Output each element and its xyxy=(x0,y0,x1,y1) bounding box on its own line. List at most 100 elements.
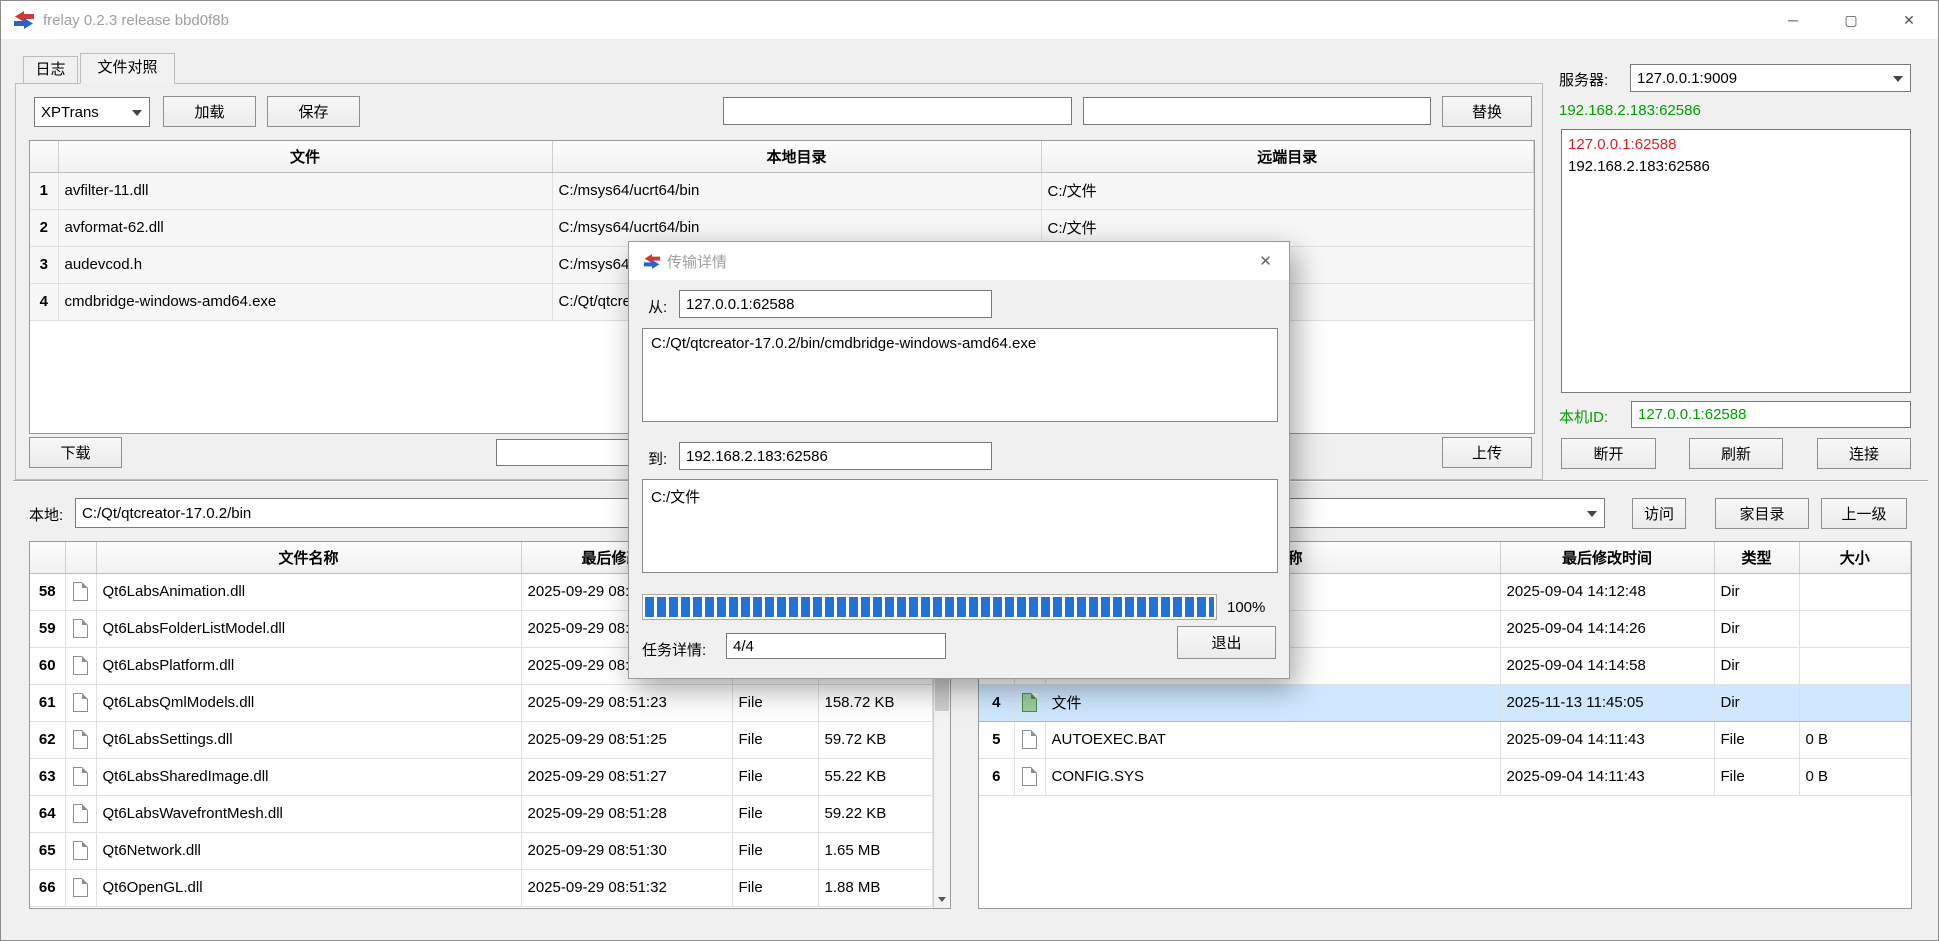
task-detail-input[interactable] xyxy=(726,633,946,659)
cell-file[interactable]: avformat-62.dll xyxy=(58,209,552,246)
mapping-row[interactable]: 1 avfilter-11.dll C:/msys64/ucrt64/bin C… xyxy=(30,172,1534,209)
file-row-selected[interactable]: 4 文件 2025-11-13 11:45:05 Dir xyxy=(979,684,1911,721)
replace-input[interactable] xyxy=(1083,97,1431,125)
cell-mtime[interactable]: 2025-09-29 08:51:32 xyxy=(521,869,732,906)
client-list-item[interactable]: 127.0.0.1:62588 xyxy=(1568,134,1904,156)
file-row[interactable]: 62 Qt6LabsSettings.dll 2025-09-29 08:51:… xyxy=(30,721,933,758)
header-remote-dir[interactable]: 远端目录 xyxy=(1041,141,1534,172)
connect-button[interactable]: 连接 xyxy=(1817,438,1911,469)
cell-mtime[interactable]: 2025-09-29 08:51:25 xyxy=(521,721,732,758)
cell-file-name[interactable]: AUTOEXEC.BAT xyxy=(1045,721,1500,758)
cell-mtime[interactable]: 2025-09-29 08:51:27 xyxy=(521,758,732,795)
cell-type[interactable]: Dir xyxy=(1714,684,1799,721)
replace-button[interactable]: 替换 xyxy=(1442,96,1532,127)
cell-size[interactable] xyxy=(1799,684,1911,721)
cell-size[interactable] xyxy=(1799,573,1911,610)
cell-type[interactable]: File xyxy=(1714,721,1799,758)
header-local-dir[interactable]: 本地目录 xyxy=(552,141,1041,172)
file-row[interactable]: 63 Qt6LabsSharedImage.dll 2025-09-29 08:… xyxy=(30,758,933,795)
minimize-button[interactable]: ─ xyxy=(1764,1,1822,39)
cell-type[interactable]: File xyxy=(732,758,818,795)
cell-file[interactable]: avfilter-11.dll xyxy=(58,172,552,209)
maximize-button[interactable]: ▢ xyxy=(1822,1,1880,39)
cell-size[interactable]: 1.65 MB xyxy=(818,832,933,869)
cell-mtime[interactable]: 2025-09-29 08:51:23 xyxy=(521,684,732,721)
cell-type[interactable]: File xyxy=(732,721,818,758)
cell-type[interactable]: File xyxy=(732,832,818,869)
cell-file-name[interactable]: Qt6LabsFolderListModel.dll xyxy=(96,610,521,647)
close-button[interactable]: ✕ xyxy=(1880,1,1938,39)
cell-file-name[interactable]: Qt6LabsSharedImage.dll xyxy=(96,758,521,795)
cell-mtime[interactable]: 2025-09-04 14:11:43 xyxy=(1500,758,1714,795)
scroll-down-button[interactable] xyxy=(934,891,950,908)
cell-file-name[interactable]: Qt6LabsQmlModels.dll xyxy=(96,684,521,721)
file-row[interactable]: 61 Qt6LabsQmlModels.dll 2025-09-29 08:51… xyxy=(30,684,933,721)
cell-type[interactable]: Dir xyxy=(1714,573,1799,610)
cell-mtime[interactable]: 2025-09-29 08:51:28 xyxy=(521,795,732,832)
cell-file[interactable]: audevcod.h xyxy=(58,246,552,283)
cell-file-name[interactable]: Qt6LabsPlatform.dll xyxy=(96,647,521,684)
cell-file-name[interactable]: CONFIG.SYS xyxy=(1045,758,1500,795)
cell-mtime[interactable]: 2025-09-04 14:14:26 xyxy=(1500,610,1714,647)
cell-size[interactable]: 1.88 MB xyxy=(818,869,933,906)
cell-type[interactable]: File xyxy=(732,684,818,721)
file-row[interactable]: 66 Qt6OpenGL.dll 2025-09-29 08:51:32 Fil… xyxy=(30,869,933,906)
client-listbox[interactable]: 127.0.0.1:62588 192.168.2.183:62586 xyxy=(1561,129,1911,393)
cell-size[interactable]: 55.22 KB xyxy=(818,758,933,795)
cell-mtime[interactable]: 2025-11-13 11:45:05 xyxy=(1500,684,1714,721)
refresh-button[interactable]: 刷新 xyxy=(1689,438,1783,469)
cell-mtime[interactable]: 2025-09-04 14:11:43 xyxy=(1500,721,1714,758)
file-row[interactable]: 64 Qt6LabsWavefrontMesh.dll 2025-09-29 0… xyxy=(30,795,933,832)
header-file-name[interactable]: 文件名称 xyxy=(96,542,521,573)
download-button[interactable]: 下载 xyxy=(29,437,122,468)
cell-file-name[interactable]: 文件 xyxy=(1045,684,1500,721)
header-size[interactable]: 大小 xyxy=(1799,542,1911,573)
cell-type[interactable]: File xyxy=(1714,758,1799,795)
exit-button[interactable]: 退出 xyxy=(1177,626,1276,659)
cell-file-name[interactable]: Qt6LabsWavefrontMesh.dll xyxy=(96,795,521,832)
from-path-textarea[interactable]: C:/Qt/qtcreator-17.0.2/bin/cmdbridge-win… xyxy=(642,328,1278,422)
up-level-button[interactable]: 上一级 xyxy=(1821,498,1907,529)
to-path-textarea[interactable]: C:/文件 xyxy=(642,479,1278,573)
cell-mtime[interactable]: 2025-09-29 08:51:30 xyxy=(521,832,732,869)
cell-mtime[interactable]: 2025-09-04 14:14:58 xyxy=(1500,647,1714,684)
cell-local-dir[interactable]: C:/msys64/ucrt64/bin xyxy=(552,172,1041,209)
cell-remote-dir[interactable]: C:/文件 xyxy=(1041,172,1534,209)
disconnect-button[interactable]: 断开 xyxy=(1561,438,1656,469)
home-dir-button[interactable]: 家目录 xyxy=(1715,498,1809,529)
dialog-close-button[interactable]: ✕ xyxy=(1242,242,1289,280)
to-address-input[interactable] xyxy=(679,442,992,470)
header-mtime[interactable]: 最后修改时间 xyxy=(1500,542,1714,573)
cell-type[interactable]: File xyxy=(732,795,818,832)
cell-file-name[interactable]: Qt6OpenGL.dll xyxy=(96,869,521,906)
cell-type[interactable]: File xyxy=(732,869,818,906)
header-file[interactable]: 文件 xyxy=(58,141,552,172)
cell-file-name[interactable]: Qt6LabsAnimation.dll xyxy=(96,573,521,610)
cell-size[interactable]: 59.22 KB xyxy=(818,795,933,832)
header-type[interactable]: 类型 xyxy=(1714,542,1799,573)
cell-file-name[interactable]: Qt6Network.dll xyxy=(96,832,521,869)
cell-type[interactable]: Dir xyxy=(1714,610,1799,647)
tab-log[interactable]: 日志 xyxy=(23,56,78,84)
file-row[interactable]: 6 CONFIG.SYS 2025-09-04 14:11:43 File 0 … xyxy=(979,758,1911,795)
cell-file-name[interactable]: Qt6LabsSettings.dll xyxy=(96,721,521,758)
server-combo[interactable]: 127.0.0.1:9009 xyxy=(1630,64,1911,92)
cell-mtime[interactable]: 2025-09-04 14:12:48 xyxy=(1500,573,1714,610)
save-button[interactable]: 保存 xyxy=(267,96,360,127)
upload-button[interactable]: 上传 xyxy=(1442,437,1532,468)
cell-file[interactable]: cmdbridge-windows-amd64.exe xyxy=(58,283,552,320)
visit-button[interactable]: 访问 xyxy=(1632,498,1686,529)
file-row[interactable]: 65 Qt6Network.dll 2025-09-29 08:51:30 Fi… xyxy=(30,832,933,869)
file-row[interactable]: 5 AUTOEXEC.BAT 2025-09-04 14:11:43 File … xyxy=(979,721,1911,758)
tab-file-compare[interactable]: 文件对照 xyxy=(80,53,175,84)
cell-type[interactable]: Dir xyxy=(1714,647,1799,684)
load-button[interactable]: 加载 xyxy=(163,96,256,127)
cell-size[interactable]: 158.72 KB xyxy=(818,684,933,721)
preset-combo[interactable]: XPTrans xyxy=(34,97,150,127)
from-address-input[interactable] xyxy=(679,290,992,318)
cell-size[interactable]: 59.72 KB xyxy=(818,721,933,758)
cell-size[interactable] xyxy=(1799,610,1911,647)
cell-size[interactable]: 0 B xyxy=(1799,721,1911,758)
cell-size[interactable] xyxy=(1799,647,1911,684)
client-list-item[interactable]: 192.168.2.183:62586 xyxy=(1568,156,1904,178)
